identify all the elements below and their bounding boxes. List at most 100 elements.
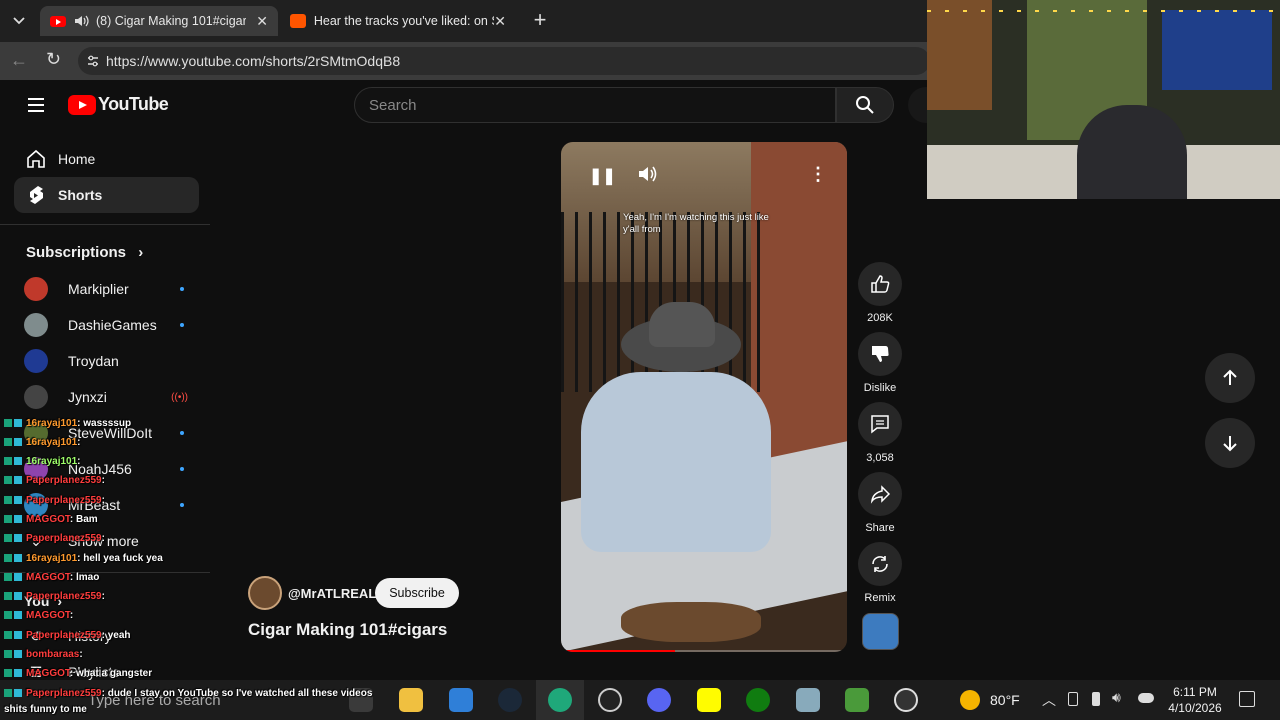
sidebar-item-jynxzi[interactable]: Jynxzi ((•)) — [24, 382, 194, 412]
back-button[interactable]: ← — [10, 50, 32, 72]
xbox-icon[interactable] — [746, 688, 770, 712]
arrow-up-icon — [1223, 369, 1237, 385]
chat-message: 16rayaj101: — [4, 437, 81, 448]
search-button[interactable] — [836, 87, 894, 123]
weather-widget[interactable]: 80°F — [960, 690, 1020, 710]
like-button[interactable]: 208K — [858, 262, 902, 324]
avatar — [24, 277, 48, 301]
chat-user: Paperplanez559 — [26, 591, 102, 602]
share-button[interactable]: Share — [858, 472, 902, 534]
dislike-label: Dislike — [863, 382, 897, 394]
progress-fill — [561, 650, 676, 652]
url-field[interactable]: https://www.youtube.com/shorts/2rSMtmOdq… — [78, 47, 930, 75]
speaker-icon[interactable] — [74, 14, 90, 28]
tray-usb-icon[interactable] — [1092, 692, 1100, 706]
sidebar-divider — [0, 224, 210, 225]
sidebar-item-dashiegames[interactable]: DashieGames — [24, 310, 194, 340]
video-caption: Yeah, I'm I'm watching this just like y'… — [623, 212, 769, 235]
sidebar-item-markiplier[interactable]: Markiplier — [24, 274, 194, 304]
person-hat-crown — [649, 302, 715, 347]
chat-user: Paperplanez559 — [26, 533, 102, 544]
chat-user: Paperplanez559 — [26, 688, 102, 699]
file-explorer-icon[interactable] — [399, 688, 423, 712]
close-tab-icon[interactable]: ✕ — [256, 13, 268, 30]
chat-text: : — [101, 495, 105, 506]
share-label: Share — [865, 522, 895, 534]
tobacco-leaves — [621, 602, 761, 642]
new-tab-button[interactable]: + — [528, 7, 552, 32]
volume-icon[interactable] — [637, 164, 659, 184]
remix-button[interactable]: Remix — [858, 542, 902, 604]
tab-soundcloud[interactable]: Hear the tracks you've liked: on So ✕ — [280, 6, 516, 36]
chat-user: 16rayaj101 — [26, 553, 78, 564]
soundcloud-favicon-icon — [290, 14, 306, 28]
chat-message: MAGGOT: what a gangster — [4, 668, 152, 679]
tab-list-button[interactable] — [6, 8, 32, 34]
channel-name[interactable]: @MrATLREAL — [288, 586, 376, 601]
search-icon — [856, 96, 874, 114]
chat-message: MAGGOT: — [4, 610, 73, 621]
subscriptions-label: Subscriptions — [26, 244, 127, 261]
sidebar-item-label: DashieGames — [68, 317, 157, 333]
snapchat-icon[interactable] — [697, 688, 721, 712]
avatar — [24, 385, 48, 409]
sidebar-item-shorts[interactable]: Shorts — [14, 177, 199, 213]
comment-count: 3,058 — [866, 452, 894, 464]
tab-youtube[interactable]: (8) Cigar Making 101#cigars - ✕ — [40, 6, 278, 36]
comments-button[interactable]: 3,058 — [858, 402, 902, 464]
tray-volume-icon[interactable]: 🔊︎ — [1112, 689, 1121, 706]
dislike-button[interactable]: Dislike — [858, 332, 902, 394]
sidebar-item-home[interactable]: Home — [14, 141, 199, 177]
chat-message: 16rayaj101: — [4, 456, 81, 467]
more-options-icon[interactable]: ⋮ — [809, 164, 827, 185]
avatar — [24, 313, 48, 337]
sidebar-item-troydan[interactable]: Troydan — [24, 346, 194, 376]
clock[interactable]: 6:11 PM 4/10/2026 — [1160, 684, 1230, 716]
youtube-logo[interactable]: YouTube — [68, 94, 169, 115]
chat-message: MAGGOT: lmao — [4, 572, 99, 583]
subscribe-button[interactable]: Subscribe — [375, 578, 459, 608]
edge-taskbar-button[interactable] — [536, 680, 584, 720]
tab-title: Hear the tracks you've liked: on So — [313, 14, 495, 28]
close-tab-icon[interactable]: ✕ — [494, 13, 506, 30]
channel-avatar[interactable] — [248, 576, 282, 610]
chat-message: shits funny to me — [4, 704, 87, 715]
progress-track[interactable] — [561, 650, 847, 652]
chevron-down-icon — [13, 17, 25, 25]
next-video-button[interactable] — [1205, 418, 1255, 468]
chat-message: Paperplanez559: — [4, 475, 105, 486]
notifications-icon[interactable] — [1239, 691, 1255, 707]
menu-button[interactable] — [26, 95, 46, 115]
chat-text: : lmao — [69, 572, 100, 583]
alien-app-icon[interactable] — [845, 688, 869, 712]
obs-icon[interactable] — [598, 688, 622, 712]
reload-button[interactable]: ↻ — [46, 49, 68, 71]
subscriptions-header[interactable]: Subscriptions › — [26, 244, 143, 261]
clock-time: 6:11 PM — [1173, 685, 1217, 699]
site-info-icon[interactable] — [86, 54, 100, 68]
youtube-favicon-icon — [50, 15, 66, 27]
previous-video-button[interactable] — [1205, 353, 1255, 403]
sound-thumbnail[interactable] — [862, 613, 899, 650]
steam-icon[interactable] — [498, 688, 522, 712]
chat-text: : hell yea fuck yea — [77, 553, 163, 564]
tray-chevron-up-icon[interactable]: ︿ — [1042, 690, 1056, 710]
chat-text: shits funny to me — [4, 704, 87, 715]
recording-app-icon[interactable] — [894, 688, 918, 712]
store-icon[interactable] — [449, 688, 473, 712]
chat-user: Paperplanez559 — [26, 475, 102, 486]
tray-cloud-icon[interactable] — [1138, 693, 1154, 703]
new-content-dot — [180, 467, 184, 471]
video-title[interactable]: Cigar Making 101#cigars — [248, 620, 447, 640]
tray-battery-icon[interactable] — [1068, 692, 1078, 706]
webcam-flag — [1162, 10, 1272, 90]
pause-button[interactable]: ❚❚ — [589, 166, 616, 186]
remix-icon — [872, 556, 888, 572]
chat-user: 16rayaj101 — [26, 437, 78, 448]
chat-user: MAGGOT — [26, 572, 70, 583]
app-icon[interactable] — [796, 688, 820, 712]
shorts-video-player[interactable]: ❚❚ ⋮ Yeah, I'm I'm watching this just li… — [561, 142, 847, 652]
search-input[interactable]: Search — [354, 87, 836, 123]
discord-icon[interactable] — [647, 688, 671, 712]
chat-user: 16rayaj101 — [26, 456, 78, 467]
